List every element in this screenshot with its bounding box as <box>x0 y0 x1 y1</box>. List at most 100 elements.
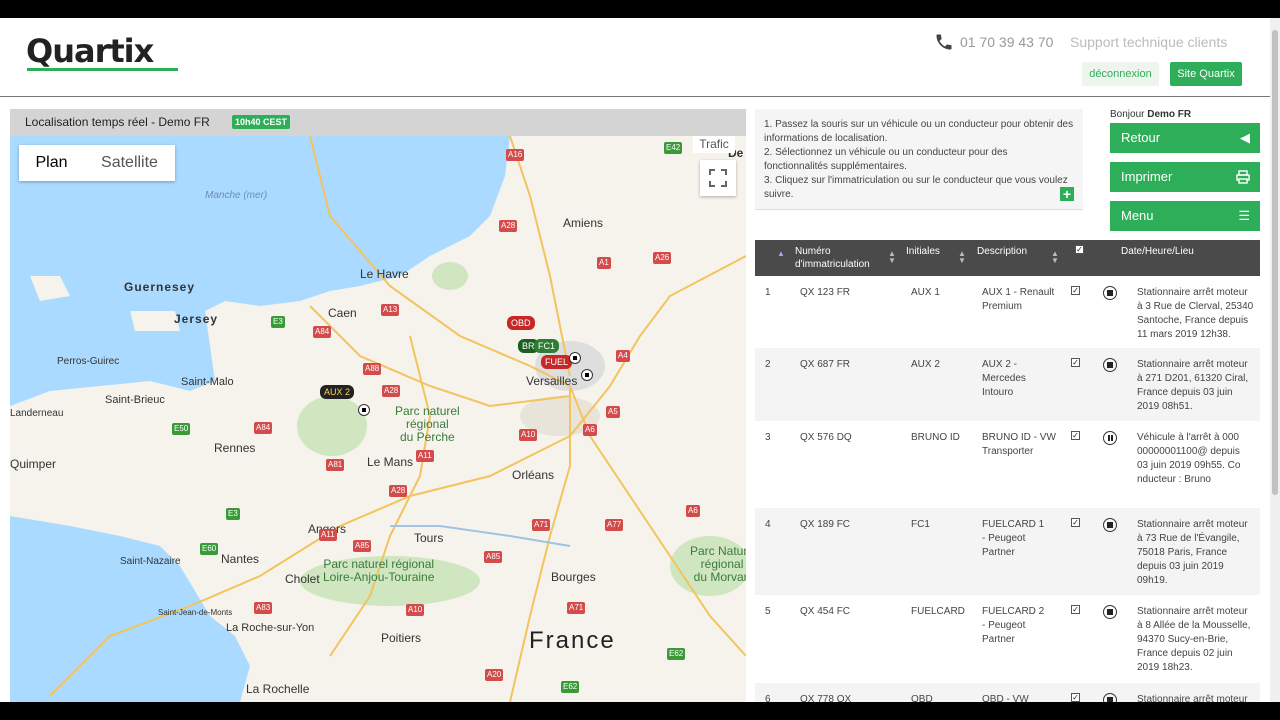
row-plate[interactable]: QX 189 FC <box>800 518 850 532</box>
map-label-la-roche-sur-yon: La Roche-sur-Yon <box>226 622 315 634</box>
row-checkbox[interactable]: ✓ <box>1071 431 1080 440</box>
row-checkbox[interactable]: ✓ <box>1071 286 1080 295</box>
map-view[interactable]: Guernesey Jersey Caen Le Havre Amiens Ve… <box>10 136 746 702</box>
map-label-nantes: Nantes <box>221 552 260 566</box>
road-shield: A85 <box>484 551 503 563</box>
road-shield: E62 <box>561 681 580 693</box>
row-location: Stationnaire arrêt moteur à 73 Rue de l'… <box>1137 519 1248 586</box>
row-plate[interactable]: QX 778 QX <box>800 693 851 702</box>
map-label-france: France <box>529 627 616 654</box>
user-name: Demo FR <box>1147 109 1192 120</box>
table-row[interactable]: 5 QX 454 FC FUELCARD FUELCARD 2 - Peugeo… <box>755 595 1260 683</box>
map-type-satellite[interactable]: Satellite <box>84 145 175 181</box>
map-type-plan[interactable]: Plan <box>19 145 84 181</box>
map-header: Localisation temps réel - Demo FR 10h40 … <box>10 109 746 136</box>
road-shield: E42 <box>664 142 683 154</box>
road-shield: A26 <box>653 252 672 264</box>
table-row[interactable]: 1 QX 123 FR AUX 1 AUX 1 - Renault Premiu… <box>755 276 1260 348</box>
map-label-caen: Caen <box>328 306 357 320</box>
row-checkbox[interactable]: ✓ <box>1071 693 1080 702</box>
row-location: Véhicule à l'arrêt à 00000000001100@ dep… <box>1137 432 1241 485</box>
header-plate[interactable]: Numéro d'immatriculation <box>795 245 885 271</box>
printer-icon <box>1236 162 1250 195</box>
back-button[interactable]: Retour ◀ <box>1110 123 1260 153</box>
row-initials: AUX 2 <box>911 359 940 370</box>
app-frame: Quartix 01 70 39 43 70 Support technique… <box>0 18 1280 702</box>
map-type-toggle: Plan Satellite <box>19 145 175 181</box>
vehicle-stop-marker[interactable] <box>581 369 593 381</box>
vehicle-table-header: ▲ Numéro d'immatriculation ▲ ▼ Initiales … <box>755 240 1260 276</box>
vehicle-marker-aux2[interactable]: AUX 2 <box>320 385 355 399</box>
row-number: 3 <box>765 432 771 443</box>
row-checkbox[interactable]: ✓ <box>1071 518 1080 527</box>
stop-status-icon <box>1103 518 1117 532</box>
expand-plus-icon[interactable]: + <box>1060 187 1074 201</box>
road-shield: A6 <box>583 424 597 436</box>
sort-icon[interactable]: ▲ ▼ <box>888 250 896 265</box>
row-checkbox[interactable]: ✓ <box>1071 358 1080 367</box>
road-shield: A88 <box>363 363 382 375</box>
time-badge: 10h40 CEST <box>232 115 291 129</box>
road-shield: A85 <box>353 540 372 552</box>
map-label-saint-jean-de-monts: Saint-Jean-de-Monts <box>158 608 233 617</box>
logo-underline <box>27 68 178 71</box>
map-label-saint-malo: Saint-Malo <box>181 376 234 388</box>
road-shield: A84 <box>254 422 273 434</box>
logout-button[interactable]: déconnexion <box>1082 62 1159 86</box>
map-label-bourges: Bourges <box>551 570 596 584</box>
caret-left-icon: ◀ <box>1240 130 1250 145</box>
table-row[interactable]: 4 QX 189 FC FC1 FUELCARD 1 - Peugeot Par… <box>755 508 1260 595</box>
vehicle-marker-obd[interactable]: OBD <box>507 316 535 330</box>
scrollbar-thumb[interactable] <box>1272 30 1278 495</box>
map-label-le-havre: Le Havre <box>360 267 409 281</box>
row-initials: FC1 <box>911 519 930 530</box>
map-label-amiens: Amiens <box>563 216 604 230</box>
row-plate[interactable]: QX 576 DQ <box>800 431 852 445</box>
map-label-cholet: Cholet <box>285 572 320 586</box>
select-all-checkbox[interactable]: ✓ <box>1075 245 1084 254</box>
road-shield: A6 <box>686 505 700 517</box>
print-label: Imprimer <box>1121 169 1173 184</box>
row-initials: AUX 1 <box>911 287 940 298</box>
sort-icon[interactable]: ▲ ▼ <box>1051 250 1059 265</box>
row-checkbox[interactable]: ✓ <box>1071 605 1080 614</box>
logo[interactable]: Quartix <box>26 32 154 70</box>
traffic-button[interactable]: Trafic <box>693 136 735 153</box>
page-scrollbar[interactable] <box>1270 18 1280 702</box>
map-label-tours: Tours <box>414 531 444 545</box>
road-shield: E50 <box>172 423 191 435</box>
header-description[interactable]: Description <box>977 245 1027 258</box>
fullscreen-button[interactable] <box>700 160 736 196</box>
print-button[interactable]: Imprimer <box>1110 162 1260 192</box>
sort-icon[interactable]: ▲ ▼ <box>958 250 966 265</box>
header-location[interactable]: Date/Heure/Lieu <box>1121 245 1194 258</box>
instruction-1: 1. Passez la souris sur un véhicule ou u… <box>764 119 1074 144</box>
road-shield: A11 <box>319 529 337 541</box>
vehicle-stop-marker[interactable] <box>358 404 370 416</box>
support-link[interactable]: Support technique clients <box>1070 34 1227 50</box>
table-row[interactable]: 2 QX 687 FR AUX 2 AUX 2 - Mercedes Intou… <box>755 348 1260 421</box>
road-shield: A71 <box>532 519 551 531</box>
sort-asc-icon[interactable]: ▲ <box>777 250 785 258</box>
instructions-box: 1. Passez la souris sur un véhicule ou u… <box>755 109 1083 210</box>
phone-number[interactable]: 01 70 39 43 70 <box>960 34 1053 50</box>
row-location: Stationnaire arrêt moteur à 8 Allée de l… <box>1137 606 1251 673</box>
row-plate[interactable]: QX 687 FR <box>800 358 850 372</box>
menu-button[interactable]: Menu ☰ <box>1110 201 1260 231</box>
row-description: AUX 2 - Mercedes Intouro <box>982 359 1026 398</box>
map-label-saint-brieuc: Saint-Brieuc <box>105 394 165 406</box>
road-shield: A10 <box>519 429 538 441</box>
vehicle-marker-fuel[interactable]: FUEL <box>541 355 573 369</box>
pause-status-icon <box>1103 431 1117 445</box>
table-row[interactable]: 6 QX 778 QX OBD OBD - VW ✓ Stationnaire … <box>755 683 1260 702</box>
row-plate[interactable]: QX 454 FC <box>800 605 850 619</box>
vehicle-stop-marker[interactable] <box>569 352 581 364</box>
table-row[interactable]: 3 QX 576 DQ BRUNO ID BRUNO ID - VW Trans… <box>755 421 1260 508</box>
vehicle-marker-fc1[interactable]: FC1 <box>534 339 560 353</box>
stop-status-icon <box>1103 358 1117 372</box>
phone-icon <box>936 34 952 50</box>
row-plate[interactable]: QX 123 FR <box>800 286 850 300</box>
road-shield: A5 <box>606 406 620 418</box>
header-initials[interactable]: Initiales <box>906 245 940 258</box>
site-quartix-button[interactable]: Site Quartix <box>1170 62 1242 86</box>
